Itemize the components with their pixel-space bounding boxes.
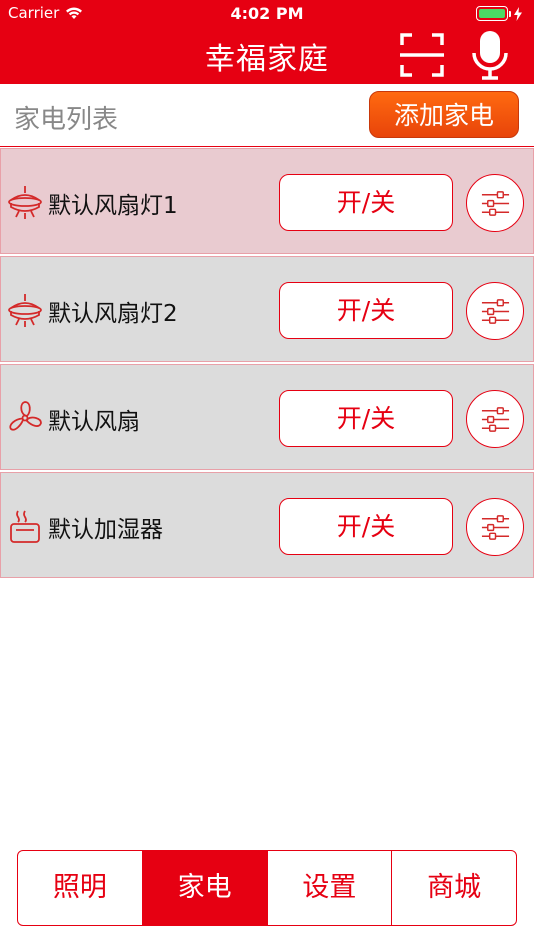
device-settings-button[interactable] xyxy=(466,390,524,448)
scan-button[interactable] xyxy=(398,31,446,79)
power-toggle-button[interactable]: 开/关 xyxy=(279,282,453,339)
microphone-button[interactable] xyxy=(470,29,510,81)
scan-icon xyxy=(400,33,444,77)
device-row[interactable]: 默认风扇灯2 开/关 xyxy=(0,256,534,362)
device-row[interactable]: 默认风扇 开/关 xyxy=(0,364,534,470)
tab-mall[interactable]: 商城 xyxy=(392,851,516,925)
page-title: 幸福家庭 xyxy=(205,42,329,77)
add-appliance-button[interactable]: 添加家电 xyxy=(369,91,519,138)
tab-lighting[interactable]: 照明 xyxy=(18,851,143,925)
sliders-icon xyxy=(481,515,510,540)
tab-appliances[interactable]: 家电 xyxy=(142,851,268,925)
humidifier-icon xyxy=(10,510,40,543)
power-toggle-button[interactable]: 开/关 xyxy=(279,498,453,555)
power-toggle-button[interactable]: 开/关 xyxy=(279,390,453,447)
tab-settings[interactable]: 设置 xyxy=(268,851,393,925)
device-name: 默认风扇灯1 xyxy=(48,193,178,219)
fan-light-icon xyxy=(8,294,42,327)
device-settings-button[interactable] xyxy=(466,498,524,556)
power-toggle-button[interactable]: 开/关 xyxy=(279,174,453,231)
bottom-tab-bar: 照明 家电 设置 商城 xyxy=(17,850,517,926)
device-settings-button[interactable] xyxy=(466,282,524,340)
device-name: 默认风扇 xyxy=(48,409,140,435)
battery-icon xyxy=(476,6,508,21)
device-row[interactable]: 默认风扇灯1 开/关 xyxy=(0,148,534,254)
fan-light-icon xyxy=(8,186,42,219)
sliders-icon xyxy=(481,191,510,216)
fan-icon xyxy=(9,401,42,431)
sliders-icon xyxy=(481,299,510,324)
app-header: Carrier 4:02 PM 幸福家庭 xyxy=(0,0,534,84)
section-title: 家电列表 xyxy=(14,105,119,135)
device-row[interactable]: 默认加湿器 开/关 xyxy=(0,472,534,578)
device-name: 默认加湿器 xyxy=(48,517,163,543)
microphone-icon xyxy=(472,31,508,80)
status-time: 4:02 PM xyxy=(230,4,304,23)
device-name: 默认风扇灯2 xyxy=(48,301,178,327)
device-settings-button[interactable] xyxy=(466,174,524,232)
charging-bolt-icon xyxy=(514,6,522,21)
sliders-icon xyxy=(481,407,510,432)
battery-indicator xyxy=(476,6,522,21)
